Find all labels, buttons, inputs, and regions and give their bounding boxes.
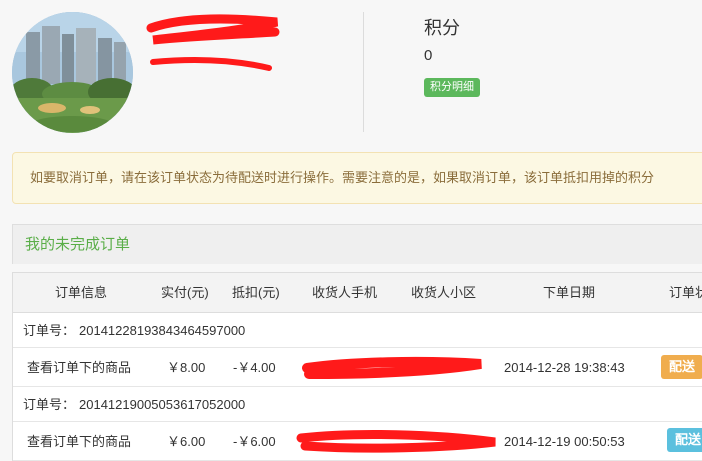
header-paid: 实付(元) [161, 285, 209, 300]
orders-table: 订单信息 实付(元) 抵扣(元) 收货人手机 收货人小区 下单日期 订单状 订单… [12, 272, 702, 461]
points-title: 积分 [424, 18, 460, 38]
order-number-row: 订单号： 20141228193843464597000 [13, 313, 702, 348]
paid-amount: ￥8.00 [167, 360, 206, 375]
status-badge[interactable]: 配送 [667, 428, 702, 452]
status-badge[interactable]: 配送 [661, 355, 702, 379]
deduct-amount: -￥6.00 [233, 434, 276, 449]
order-number-row: 订单号： 20141219005053617052000 [13, 387, 702, 422]
order-date: 2014-12-28 19:38:43 [504, 360, 625, 375]
user-avatar [12, 12, 133, 133]
profile-divider [363, 12, 364, 132]
header-deduct: 抵扣(元) [232, 285, 280, 300]
header-phone: 收货人手机 [312, 285, 378, 300]
notice-text: 如要取消订单，请在该订单状态为待配送时进行操作。需要注意的是，如果取消订单，该订… [30, 170, 655, 185]
header-date: 下单日期 [543, 285, 596, 300]
points-detail-button[interactable]: 积分明细 [424, 78, 480, 97]
order-number-label: 订单号： [23, 397, 76, 412]
section-title-text: 我的未完成订单 [25, 236, 131, 253]
header-community: 收货人小区 [411, 285, 477, 300]
redacted-phone-community [296, 430, 496, 453]
order-number-label: 订单号： [23, 323, 76, 338]
points-value: 0 [424, 47, 433, 64]
redacted-phone-community [302, 356, 482, 379]
section-title: 我的未完成订单 [12, 224, 702, 264]
order-date: 2014-12-19 00:50:53 [504, 434, 625, 449]
order-item-row: 查看订单下的商品 ￥8.00 -￥4.00 2014-12-28 19:38:4… [13, 348, 702, 387]
header-status: 订单状 [669, 285, 702, 300]
view-order-items-link[interactable]: 查看订单下的商品 [27, 348, 131, 387]
order-number: 20141219005053617052000 [79, 397, 246, 412]
view-order-items-link[interactable]: 查看订单下的商品 [27, 422, 131, 461]
order-item-row: 查看订单下的商品 ￥6.00 -￥6.00 2014-12-19 00:50:5… [13, 422, 702, 461]
header-order-info: 订单信息 [55, 285, 108, 300]
cancel-order-notice: 如要取消订单，请在该订单状态为待配送时进行操作。需要注意的是，如果取消订单，该订… [12, 152, 702, 204]
order-number: 20141228193843464597000 [79, 323, 246, 338]
table-header: 订单信息 实付(元) 抵扣(元) 收货人手机 收货人小区 下单日期 订单状 [13, 273, 702, 313]
redacted-username [146, 14, 280, 71]
paid-amount: ￥6.00 [167, 434, 206, 449]
deduct-amount: -￥4.00 [233, 360, 276, 375]
